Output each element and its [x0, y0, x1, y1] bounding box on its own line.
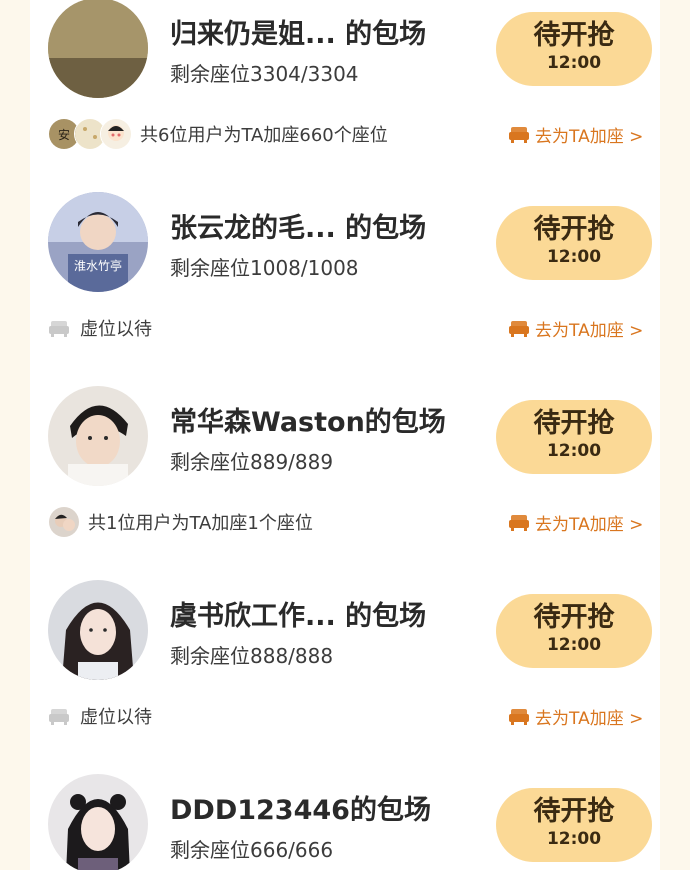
session-item: 淮水竹亭 张云龙的毛... 的包场 剩余座位1008/1008 待开抢 12:0…: [0, 164, 690, 358]
session-title: 虞书欣工作... 的包场: [170, 601, 427, 632]
grab-button[interactable]: 待开抢 12:00: [496, 206, 652, 280]
avatar[interactable]: [48, 580, 148, 680]
add-seat-link[interactable]: 去为TA加座 >: [508, 504, 643, 540]
session-title: 张云龙的毛... 的包场: [170, 213, 427, 244]
remaining-seats: 剩余座位3304/3304: [170, 62, 359, 86]
add-seat-label: 去为TA加座 >: [535, 126, 644, 147]
add-seat-link[interactable]: 去为TA加座 >: [508, 310, 643, 346]
page: 归来仍是姐... 的包场 剩余座位3304/3304 待开抢 12:00 安 共…: [0, 0, 690, 870]
support-row: 共1位用户为TA加座1个座位: [48, 504, 313, 540]
support-row: 虚位以待: [48, 698, 152, 734]
add-seat-label: 去为TA加座 >: [535, 708, 644, 729]
support-text: 共1位用户为TA加座1个座位: [88, 513, 313, 534]
grab-button-time: 12:00: [546, 247, 602, 267]
grab-button[interactable]: 待开抢 12:00: [496, 400, 652, 474]
avatar[interactable]: [48, 0, 148, 98]
grab-button-time: 12:00: [546, 441, 602, 461]
svg-text:安: 安: [58, 127, 70, 142]
avatar-image: [48, 386, 148, 486]
avatar-image: [48, 774, 148, 870]
empty-seat-icon: [49, 709, 69, 725]
avatar-image: 淮水竹亭: [48, 192, 148, 292]
remaining-seats: 剩余座位889/889: [170, 450, 334, 474]
session-item: DDD123446的包场 剩余座位666/666 待开抢 12:00: [0, 746, 690, 870]
add-seat-label: 去为TA加座 >: [535, 514, 644, 535]
empty-seat-icon: [49, 321, 69, 337]
sofa-icon: [509, 127, 529, 143]
sofa-icon: [509, 321, 529, 337]
sofa-icon: [509, 709, 529, 725]
avatar-image: [48, 0, 148, 98]
avatar[interactable]: 淮水竹亭: [48, 192, 148, 292]
avatar[interactable]: [48, 774, 148, 870]
supporter-avatar: [100, 118, 132, 150]
grab-button-time: 12:00: [546, 53, 602, 73]
support-text: 虚位以待: [80, 707, 152, 728]
grab-button[interactable]: 待开抢 12:00: [496, 788, 652, 862]
support-text: 共6位用户为TA加座660个座位: [140, 125, 388, 146]
grab-button[interactable]: 待开抢 12:00: [496, 12, 652, 86]
support-text: 虚位以待: [80, 319, 152, 340]
remaining-seats: 剩余座位1008/1008: [170, 256, 359, 280]
grab-button-label: 待开抢: [533, 602, 615, 633]
avatar-text: 淮水竹亭: [74, 258, 122, 273]
add-seat-link[interactable]: 去为TA加座 >: [508, 698, 643, 734]
avatar[interactable]: [48, 386, 148, 486]
supporter-avatars: 安: [48, 118, 132, 150]
remaining-seats: 剩余座位666/666: [170, 838, 334, 862]
grab-button[interactable]: 待开抢 12:00: [496, 594, 652, 668]
add-seat-label: 去为TA加座 >: [535, 320, 644, 341]
avatar-image: [48, 580, 148, 680]
grab-button-label: 待开抢: [533, 20, 615, 51]
support-row: 虚位以待: [48, 310, 152, 346]
grab-button-time: 12:00: [546, 635, 602, 655]
grab-button-label: 待开抢: [533, 408, 615, 439]
grab-button-label: 待开抢: [533, 796, 615, 827]
session-item: 虞书欣工作... 的包场 剩余座位888/888 待开抢 12:00 虚位以待 …: [0, 552, 690, 746]
support-row: 安 共6位用户为TA加座660个座位: [48, 116, 388, 152]
grab-button-label: 待开抢: [533, 214, 615, 245]
remaining-seats: 剩余座位888/888: [170, 644, 334, 668]
session-title: 常华森Waston的包场: [170, 407, 446, 438]
add-seat-link[interactable]: 去为TA加座 >: [508, 116, 643, 152]
session-title: DDD123446的包场: [170, 795, 431, 826]
grab-button-time: 12:00: [546, 829, 602, 849]
supporter-avatars: [48, 506, 80, 538]
session-title: 归来仍是姐... 的包场: [170, 19, 427, 50]
sofa-icon: [509, 515, 529, 531]
session-item: 归来仍是姐... 的包场 剩余座位3304/3304 待开抢 12:00 安 共…: [0, 0, 690, 164]
session-item: 常华森Waston的包场 剩余座位889/889 待开抢 12:00 共1位用户…: [0, 358, 690, 552]
supporter-avatar: [48, 506, 80, 538]
